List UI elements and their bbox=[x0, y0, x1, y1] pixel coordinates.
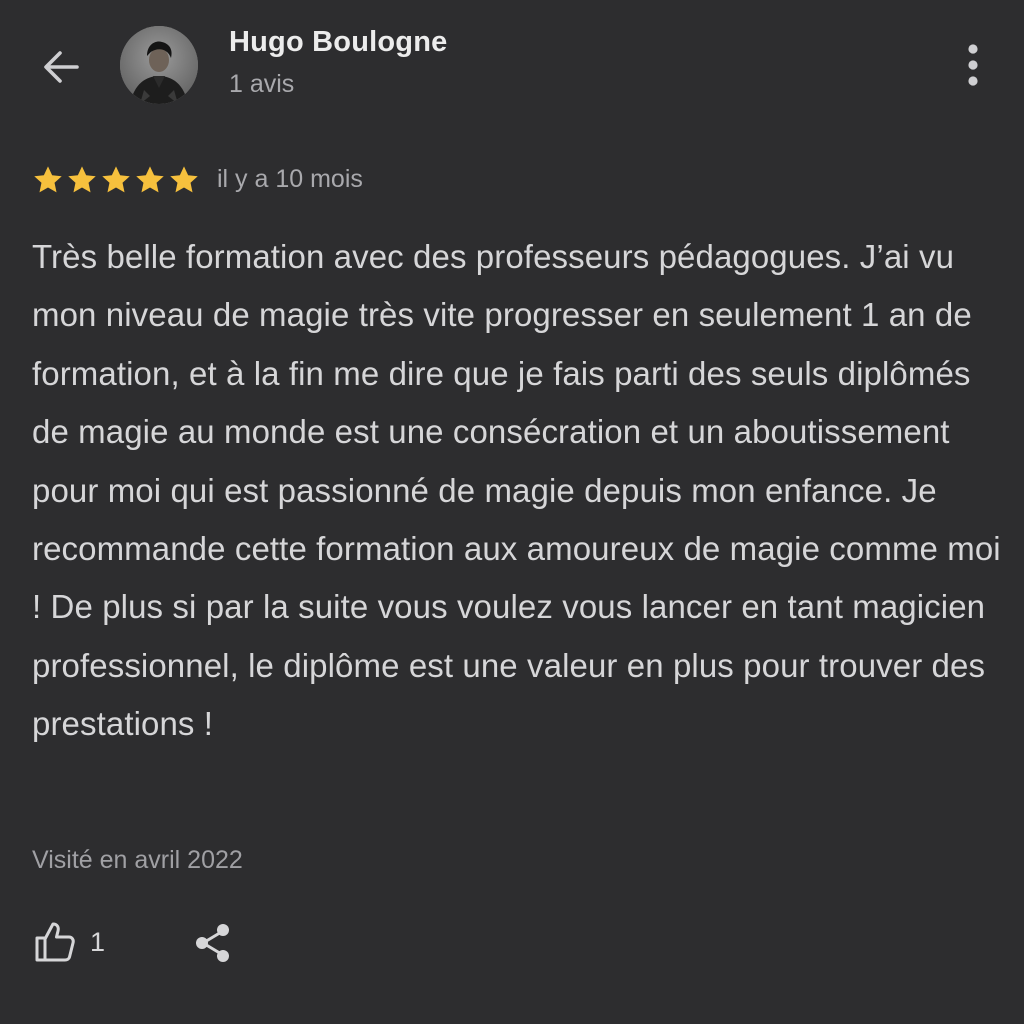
star-icon bbox=[102, 166, 130, 193]
avatar[interactable] bbox=[120, 26, 198, 104]
profile-photo bbox=[120, 26, 198, 104]
thumbs-up-icon bbox=[35, 922, 75, 962]
star-rating bbox=[32, 164, 200, 196]
star-icon bbox=[136, 166, 164, 193]
visit-date: Visité en avril 2022 bbox=[32, 846, 243, 874]
more-vertical-icon bbox=[968, 44, 978, 86]
star-icon bbox=[34, 166, 62, 193]
back-button[interactable] bbox=[38, 44, 84, 90]
review-time: il y a 10 mois bbox=[217, 165, 363, 193]
arrow-left-icon bbox=[44, 51, 79, 83]
like-button[interactable]: 1 bbox=[32, 918, 105, 966]
more-options-button[interactable] bbox=[955, 42, 991, 88]
reviewer-review-count: 1 avis bbox=[229, 70, 295, 98]
like-count: 1 bbox=[90, 926, 106, 957]
share-button[interactable] bbox=[188, 918, 238, 968]
reviewer-name[interactable]: Hugo Boulogne bbox=[229, 26, 447, 59]
star-icon bbox=[170, 166, 198, 193]
review-text: Très belle formation avec des professeur… bbox=[32, 238, 1001, 743]
review-detail-screen: Hugo Boulogne 1 avis il y a 10 mois Très… bbox=[0, 0, 1024, 1024]
share-icon bbox=[196, 924, 229, 962]
star-icon bbox=[68, 166, 96, 193]
